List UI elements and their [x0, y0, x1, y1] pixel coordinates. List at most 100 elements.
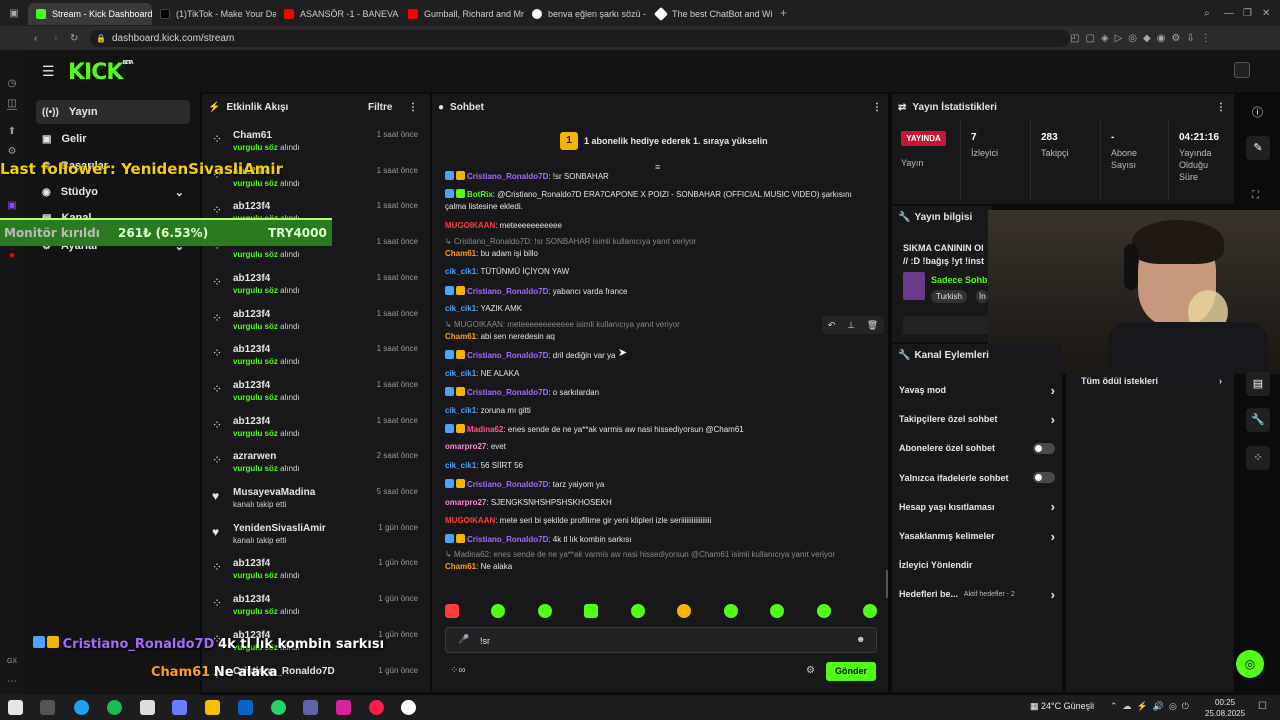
- emote-icon[interactable]: [630, 604, 645, 618]
- channel-action-item[interactable]: Takipçilere özel sohbet ›: [899, 410, 1055, 428]
- queue-icon[interactable]: ▤: [1246, 372, 1270, 396]
- info-icon[interactable]: ⓘ: [1252, 104, 1263, 120]
- rewards-link[interactable]: Tüm ödül istekleri ›: [1081, 376, 1226, 390]
- chat-username[interactable]: Cristiano_Ronaldo7D: [467, 172, 548, 181]
- chat-username[interactable]: Cristiano_Ronaldo7D: [467, 287, 548, 296]
- emote-icon[interactable]: [770, 604, 785, 618]
- edit-icon[interactable]: ✎: [1246, 136, 1270, 160]
- reply-icon[interactable]: ↶: [828, 320, 836, 331]
- activity-username[interactable]: ab123f4: [233, 558, 270, 569]
- tab-kick-dashboard[interactable]: Stream - Kick Dashboard: [28, 3, 152, 25]
- send-button[interactable]: Gönder: [826, 662, 876, 681]
- emote-icon[interactable]: [723, 604, 738, 618]
- activity-username[interactable]: MusayevaMadina: [233, 487, 315, 498]
- chat-input[interactable]: 🎤 !sr ☻: [445, 627, 877, 653]
- chatgpt-icon[interactable]: [401, 700, 416, 715]
- chat-message[interactable]: cik_cik1: YAZIK AMK: [445, 304, 875, 313]
- tab-tiktok[interactable]: (1)TikTok - Make Your Da: [152, 3, 276, 25]
- chat-username[interactable]: Cristiano_Ronaldo7D: [467, 535, 548, 544]
- chat-message[interactable]: Cristiano_Ronaldo7D: 4k tl lık kombin sa…: [445, 534, 875, 544]
- tab-google-search[interactable]: benva eğlen şarkı sözü -: [524, 3, 648, 25]
- file-explorer-icon[interactable]: [205, 700, 220, 715]
- weather-widget[interactable]: ▦ 24°C Güneşli: [1030, 701, 1094, 712]
- opera-gx-icon[interactable]: [369, 700, 384, 715]
- activity-username[interactable]: ab123f4: [233, 273, 270, 284]
- channel-action-item[interactable]: Yavaş mod ›: [899, 381, 1055, 399]
- chat-username[interactable]: omarpro27: [445, 442, 486, 451]
- category-name[interactable]: Sadece Sohb: [931, 275, 989, 285]
- chat-username[interactable]: cik_cik1: [445, 267, 476, 276]
- chat-username[interactable]: Cristiano_Ronaldo7D: [467, 480, 548, 489]
- chat-message[interactable]: Cristiano_Ronaldo7D: tarz yaiyom ya: [445, 479, 875, 489]
- chat-settings-icon[interactable]: ⚙: [806, 665, 815, 676]
- activity-username[interactable]: ab123f4: [233, 309, 270, 320]
- twitch-rail-icon[interactable]: ▣: [6, 200, 18, 212]
- chat-message[interactable]: Cristiano_Ronaldo7D: !sr SONBAHAR: [445, 171, 875, 181]
- points-icon[interactable]: ⁘∞: [450, 665, 466, 676]
- chat-username[interactable]: Cham61: [445, 249, 476, 258]
- emoji-icon[interactable]: ☻: [856, 634, 865, 644]
- chat-message[interactable]: Cham61: Ne alaka: [445, 562, 875, 571]
- activity-username[interactable]: ab123f4: [233, 594, 270, 605]
- chat-username[interactable]: Madina62: [467, 425, 503, 434]
- chat-username[interactable]: Cham61: [445, 562, 476, 571]
- chat-username[interactable]: Cristiano_Ronaldo7D: [467, 351, 548, 360]
- toggle-switch[interactable]: [1033, 472, 1055, 484]
- reload-icon[interactable]: ↻: [70, 33, 78, 44]
- minimize-icon[interactable]: —: [1224, 8, 1234, 19]
- gx-rail-icon[interactable]: GX: [6, 656, 18, 668]
- whatsapp-icon[interactable]: [271, 700, 286, 715]
- instagram-icon[interactable]: [336, 700, 351, 715]
- activity-username[interactable]: ab123f4: [233, 416, 270, 427]
- outlook-icon[interactable]: [238, 700, 253, 715]
- tab-chatbot[interactable]: The best ChatBot and Wi: [648, 3, 772, 25]
- chat-username[interactable]: Cham61: [445, 332, 476, 341]
- calculator-icon[interactable]: [140, 700, 155, 715]
- more-options-icon[interactable]: ⋮: [408, 102, 418, 113]
- emote-icon[interactable]: [816, 604, 831, 618]
- tab-youtube-gumball[interactable]: Gumball, Richard and Mr: [400, 3, 524, 25]
- chat-message[interactable]: Cham61: abi sen neredesin aq: [445, 332, 875, 341]
- chat-more-icon[interactable]: ⋮: [872, 102, 882, 113]
- chat-message[interactable]: Cham61: bu adam işi billo: [445, 249, 875, 258]
- delete-icon[interactable]: 🗑: [867, 320, 878, 331]
- tag-in[interactable]: İn: [976, 290, 988, 303]
- chat-message[interactable]: Madina62: enes sende de ne ya**ak varmis…: [445, 424, 875, 434]
- browser-menu-icon[interactable]: ▣: [0, 8, 28, 19]
- chat-username[interactable]: MUGOIKAAN: [445, 516, 495, 525]
- activity-username[interactable]: ab123f4: [233, 201, 270, 212]
- kick-rail-icon[interactable]: ⬆: [6, 126, 18, 138]
- edit-stream-info-button[interactable]: [903, 316, 989, 334]
- history-icon[interactable]: ◷: [6, 78, 18, 90]
- emote-icon[interactable]: [862, 604, 877, 618]
- emote-icon[interactable]: [491, 604, 506, 618]
- url-bar[interactable]: 🔒 dashboard.kick.com/stream: [90, 30, 1070, 47]
- emote-icon[interactable]: [584, 604, 599, 618]
- copilot-icon[interactable]: [172, 700, 187, 715]
- chat-message[interactable]: çalma listesine ekledi.: [445, 202, 875, 211]
- chat-message[interactable]: cik_cik1: TÜTÜNMÜ İÇİYON YAW: [445, 267, 875, 276]
- tools-icon[interactable]: 🔧: [1246, 408, 1270, 432]
- toggle-switch[interactable]: [1033, 442, 1055, 454]
- channel-action-item[interactable]: Yasaklanmış kelimeler ›: [899, 527, 1055, 545]
- new-tab-icon[interactable]: +: [780, 6, 787, 20]
- emote-icon[interactable]: [537, 604, 552, 618]
- youtube-rail-icon[interactable]: ●: [6, 250, 18, 262]
- activity-username[interactable]: Cham61: [233, 130, 272, 141]
- pin-icon[interactable]: ⊥: [847, 320, 855, 331]
- tag-turkish[interactable]: Turkish: [931, 290, 967, 303]
- windows-start-icon[interactable]: [8, 700, 23, 715]
- chat-message[interactable]: MUGOIKAAN: mete seri bi şekilde profilim…: [445, 516, 875, 525]
- spotify-icon[interactable]: [107, 700, 122, 715]
- chat-message[interactable]: cik_cik1: 56 SİİRT 56: [445, 461, 875, 470]
- stats-more-icon[interactable]: ⋮: [1216, 102, 1226, 113]
- chat-message[interactable]: Cristiano_Ronaldo7D: yabancı varda franc…: [445, 285, 875, 296]
- sidebar-item-studyo[interactable]: ◉ Stüdyo ⌄: [36, 180, 190, 204]
- chat-message[interactable]: cik_cik1: zoruna mı gitti: [445, 406, 875, 415]
- channel-action-item[interactable]: Abonelere özel sohbet: [899, 439, 1055, 457]
- emote-icon[interactable]: [677, 604, 692, 618]
- chat-message[interactable]: MUGOIKAAN: meteeeeeeeeeee: [445, 221, 875, 230]
- activity-username[interactable]: ab123f4: [233, 344, 270, 355]
- chat-message[interactable]: cik_cik1: NE ALAKA: [445, 369, 875, 378]
- emote-icon[interactable]: [445, 604, 459, 618]
